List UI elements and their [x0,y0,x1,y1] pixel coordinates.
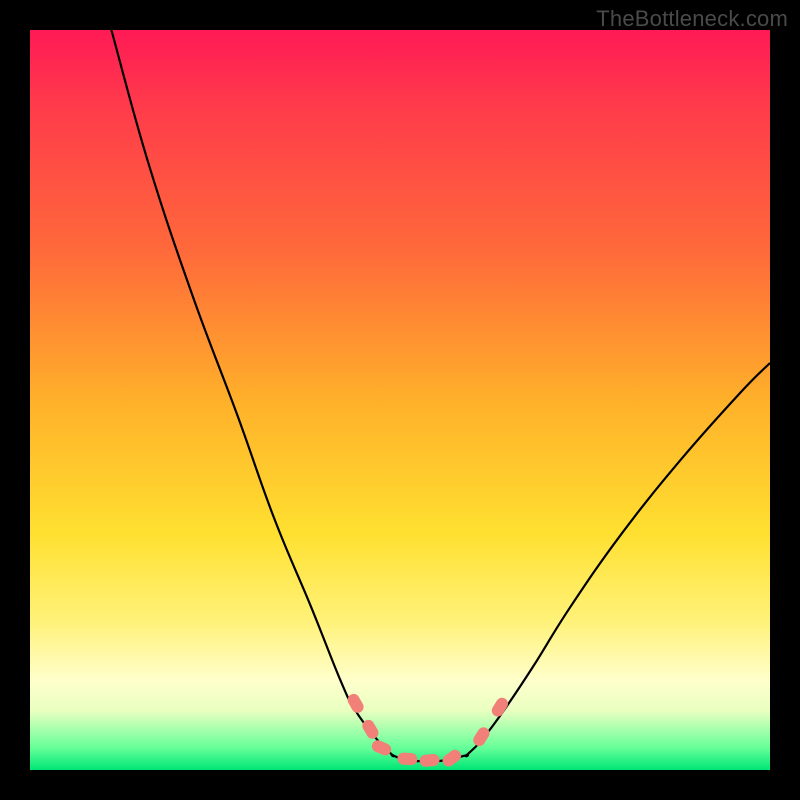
chart-frame: TheBottleneck.com [0,0,800,800]
curve-marker [419,753,440,767]
curve-marker [490,695,511,718]
curve-marker [440,747,463,768]
curve-marker [345,692,365,715]
marker-group [345,692,510,769]
curve-marker [360,718,381,741]
watermark-text: TheBottleneck.com [596,6,788,32]
curve-marker [397,752,418,765]
bottleneck-curve [111,30,770,761]
curve-group [111,30,770,761]
curve-marker [471,725,492,748]
chart-svg [30,30,770,770]
plot-area [30,30,770,770]
curve-marker [370,738,393,757]
